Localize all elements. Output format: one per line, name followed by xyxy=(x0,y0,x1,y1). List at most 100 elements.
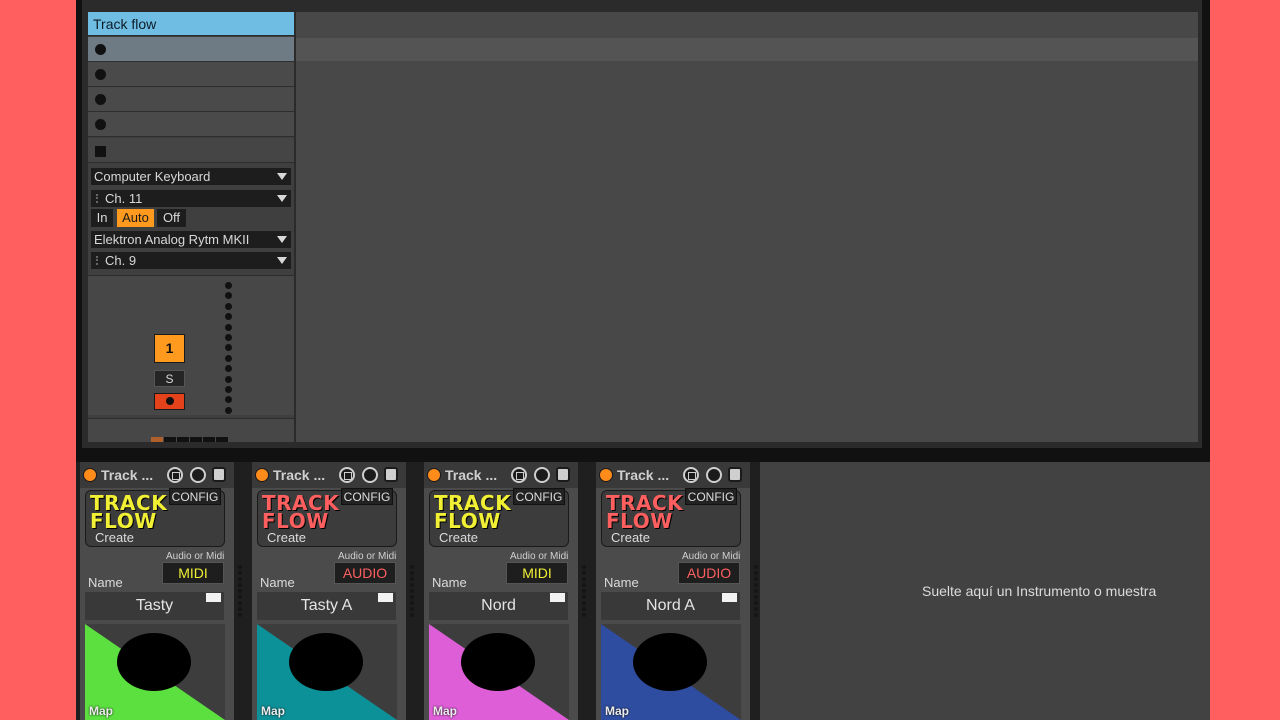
name-label: Name xyxy=(260,575,295,590)
empty-session-area[interactable] xyxy=(296,12,1198,442)
audio-midi-selector[interactable]: MIDI xyxy=(162,562,224,584)
monitor-off-button[interactable]: Off xyxy=(157,209,186,227)
power-icon[interactable] xyxy=(427,468,441,482)
clip-stop-slot[interactable] xyxy=(88,138,294,163)
config-button[interactable]: CONFIG xyxy=(341,488,393,505)
track-name-field[interactable]: Tasty xyxy=(85,592,224,620)
clip-slot[interactable] xyxy=(88,87,294,112)
power-icon[interactable] xyxy=(83,468,97,482)
audio-midi-selector[interactable]: AUDIO xyxy=(678,562,740,584)
mini-meter xyxy=(151,429,233,442)
refresh-icon[interactable] xyxy=(706,467,722,483)
track-footer xyxy=(88,418,294,442)
track-name-field[interactable]: Nord xyxy=(429,592,568,620)
save-icon[interactable] xyxy=(384,467,398,482)
clip-slot[interactable] xyxy=(88,37,294,62)
create-label: Create xyxy=(439,530,479,545)
monitor-switch: In Auto Off xyxy=(91,209,291,228)
device-drop-zone[interactable]: Suelte aquí un Instrumento o muestra xyxy=(760,462,1210,720)
output-channel-dropdown[interactable]: Ch. 9 xyxy=(91,252,291,269)
record-dot-icon[interactable] xyxy=(95,69,106,80)
device-drag-handle[interactable] xyxy=(410,565,415,619)
logo-text: TRACK FLOW xyxy=(434,493,511,531)
map-pad[interactable]: Map xyxy=(257,624,397,720)
track-name-field[interactable]: Nord A xyxy=(601,592,740,620)
logo-line-2: FLOW xyxy=(262,509,329,533)
create-label: Create xyxy=(611,530,651,545)
map-icon[interactable] xyxy=(511,467,527,483)
record-dot-icon[interactable] xyxy=(95,44,106,55)
map-label: Map xyxy=(433,704,457,718)
audio-or-midi-label: Audio or Midi xyxy=(166,551,225,562)
device-title-bar[interactable]: Track ... xyxy=(424,462,578,488)
power-icon[interactable] xyxy=(599,468,613,482)
map-pad[interactable]: Map xyxy=(85,624,225,720)
chevron-down-icon xyxy=(277,257,287,264)
audio-or-midi-label: Audio or Midi xyxy=(510,551,569,562)
name-color-swatch[interactable] xyxy=(378,593,393,602)
chevron-down-icon xyxy=(277,195,287,202)
track-name-value: Tasty A xyxy=(300,597,353,614)
save-icon[interactable] xyxy=(556,467,570,482)
save-icon[interactable] xyxy=(728,467,742,482)
track-header[interactable]: Track flow xyxy=(88,12,294,36)
map-label: Map xyxy=(261,704,285,718)
name-label: Name xyxy=(604,575,639,590)
mixer-section: 1 S xyxy=(88,275,294,415)
logo-line-2: FLOW xyxy=(90,509,157,533)
device-title-bar[interactable]: Track ... xyxy=(80,462,234,488)
record-dot-icon[interactable] xyxy=(95,119,106,130)
track-name-value: Nord xyxy=(481,597,516,614)
record-arm-button[interactable] xyxy=(154,393,185,410)
audio-or-midi-label: Audio or Midi xyxy=(682,551,741,562)
map-pad[interactable]: Map xyxy=(429,624,569,720)
input-type-dropdown[interactable]: Computer Keyboard xyxy=(91,168,291,185)
name-color-swatch[interactable] xyxy=(722,593,737,602)
device-drag-handle[interactable] xyxy=(754,565,759,619)
chevron-down-icon xyxy=(277,173,287,180)
live-window: Track flow Computer Keyboard Ch. 11 In A… xyxy=(76,0,1210,720)
config-button[interactable]: CONFIG xyxy=(685,488,737,505)
refresh-icon[interactable] xyxy=(534,467,550,483)
name-color-swatch[interactable] xyxy=(206,593,221,602)
name-label: Name xyxy=(432,575,467,590)
device-drag-handle[interactable] xyxy=(238,565,243,619)
selected-scene-row[interactable] xyxy=(296,38,1198,61)
audio-midi-selector[interactable]: AUDIO xyxy=(334,562,396,584)
track-name-field[interactable]: Tasty A xyxy=(257,592,396,620)
device-drag-handle[interactable] xyxy=(582,565,587,619)
map-icon[interactable] xyxy=(339,467,355,483)
output-type-dropdown[interactable]: Elektron Analog Rytm MKII xyxy=(91,231,291,248)
device-title-bar[interactable]: Track ... xyxy=(596,462,750,488)
map-icon[interactable] xyxy=(167,467,183,483)
output-channel-label: Ch. 9 xyxy=(105,253,137,268)
track-activator-button[interactable]: 1 xyxy=(154,334,185,363)
map-pad[interactable]: Map xyxy=(601,624,741,720)
track-name-value: Nord A xyxy=(646,597,695,614)
device-title-bar[interactable]: Track ... xyxy=(252,462,406,488)
config-button[interactable]: CONFIG xyxy=(169,488,221,505)
monitor-in-button[interactable]: In xyxy=(91,209,113,227)
device-chain: Track ... TRACK FLOW Create CONFIG Audio… xyxy=(76,462,1210,720)
clip-slot[interactable] xyxy=(88,62,294,87)
clip-slot[interactable] xyxy=(88,112,294,137)
monitor-auto-button[interactable]: Auto xyxy=(117,209,154,227)
audio-midi-selector[interactable]: MIDI xyxy=(506,562,568,584)
input-channel-dropdown[interactable]: Ch. 11 xyxy=(91,190,291,207)
create-label: Create xyxy=(95,530,135,545)
refresh-icon[interactable] xyxy=(190,467,206,483)
device-title: Track ... xyxy=(101,467,154,483)
refresh-icon[interactable] xyxy=(362,467,378,483)
solo-button[interactable]: S xyxy=(154,370,185,387)
track-column: Track flow Computer Keyboard Ch. 11 In A… xyxy=(88,12,294,442)
save-icon[interactable] xyxy=(212,467,226,482)
map-icon[interactable] xyxy=(683,467,699,483)
stop-icon[interactable] xyxy=(95,146,106,157)
name-color-swatch[interactable] xyxy=(550,593,565,602)
device-title: Track ... xyxy=(273,467,326,483)
chevron-down-icon xyxy=(277,236,287,243)
record-dot-icon[interactable] xyxy=(95,94,106,105)
config-button[interactable]: CONFIG xyxy=(513,488,565,505)
power-icon[interactable] xyxy=(255,468,269,482)
track-flow-device: Track ... TRACK FLOW Create CONFIG Audio… xyxy=(424,462,578,720)
